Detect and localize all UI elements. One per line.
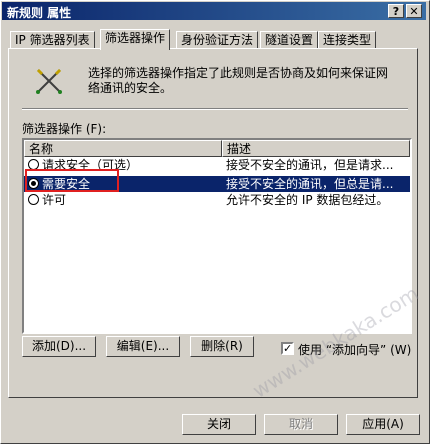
list-header: 名称 描述 bbox=[24, 140, 410, 157]
remove-button[interactable]: 删除(R) bbox=[190, 336, 254, 357]
list-item[interactable]: 许可 允许不安全的 IP 数据包经过。 bbox=[24, 192, 410, 208]
window-title: 新规则 属性 bbox=[7, 6, 72, 20]
title-bar[interactable]: 新规则 属性 ? ✕ bbox=[2, 2, 426, 20]
wizard-checkbox[interactable]: ✓ bbox=[281, 342, 294, 355]
divider bbox=[22, 108, 408, 110]
list-item-description: 接受不安全的通讯，但是请求... bbox=[226, 158, 394, 172]
tab-connection-type[interactable]: 连接类型 bbox=[318, 31, 377, 49]
radio-icon[interactable] bbox=[28, 194, 39, 205]
column-header-description[interactable]: 描述 bbox=[222, 140, 410, 157]
tab-ip-filter-list[interactable]: IP 筛选器列表 bbox=[10, 31, 95, 49]
description-text: 选择的筛选器操作指定了此规则是否协商及如何来保证网络通讯的安全。 bbox=[88, 66, 389, 95]
tab-filter-action[interactable]: 筛选器操作 bbox=[100, 29, 171, 50]
tab-tunnel-settings[interactable]: 隧道设置 bbox=[260, 31, 319, 49]
filter-action-label: 筛选器操作 (F): bbox=[22, 122, 107, 136]
list-item-name: 许可 bbox=[42, 193, 67, 207]
apply-button[interactable]: 应用(A) bbox=[346, 414, 420, 435]
edit-button[interactable]: 编辑(E)... bbox=[106, 336, 180, 357]
cancel-button[interactable]: 取消 bbox=[264, 414, 338, 435]
tab-auth-methods[interactable]: 身份验证方法 bbox=[176, 31, 259, 49]
list-item-description: 接受不安全的通讯，但总是请... bbox=[226, 177, 394, 191]
column-header-name[interactable]: 名称 bbox=[24, 140, 222, 157]
filter-action-list[interactable]: 名称 描述 请求安全（可选） 接受不安全的通讯，但是请求... 需要安全 接受不… bbox=[22, 138, 412, 334]
add-button[interactable]: 添加(D)... bbox=[22, 336, 96, 357]
list-item-description: 允许不安全的 IP 数据包经过。 bbox=[226, 193, 389, 207]
highlight-box bbox=[25, 169, 119, 192]
close-dialog-button[interactable]: 关闭 bbox=[182, 414, 256, 435]
filter-action-icon bbox=[36, 68, 62, 94]
help-button[interactable]: ? bbox=[388, 4, 404, 18]
close-button[interactable]: ✕ bbox=[406, 4, 422, 18]
